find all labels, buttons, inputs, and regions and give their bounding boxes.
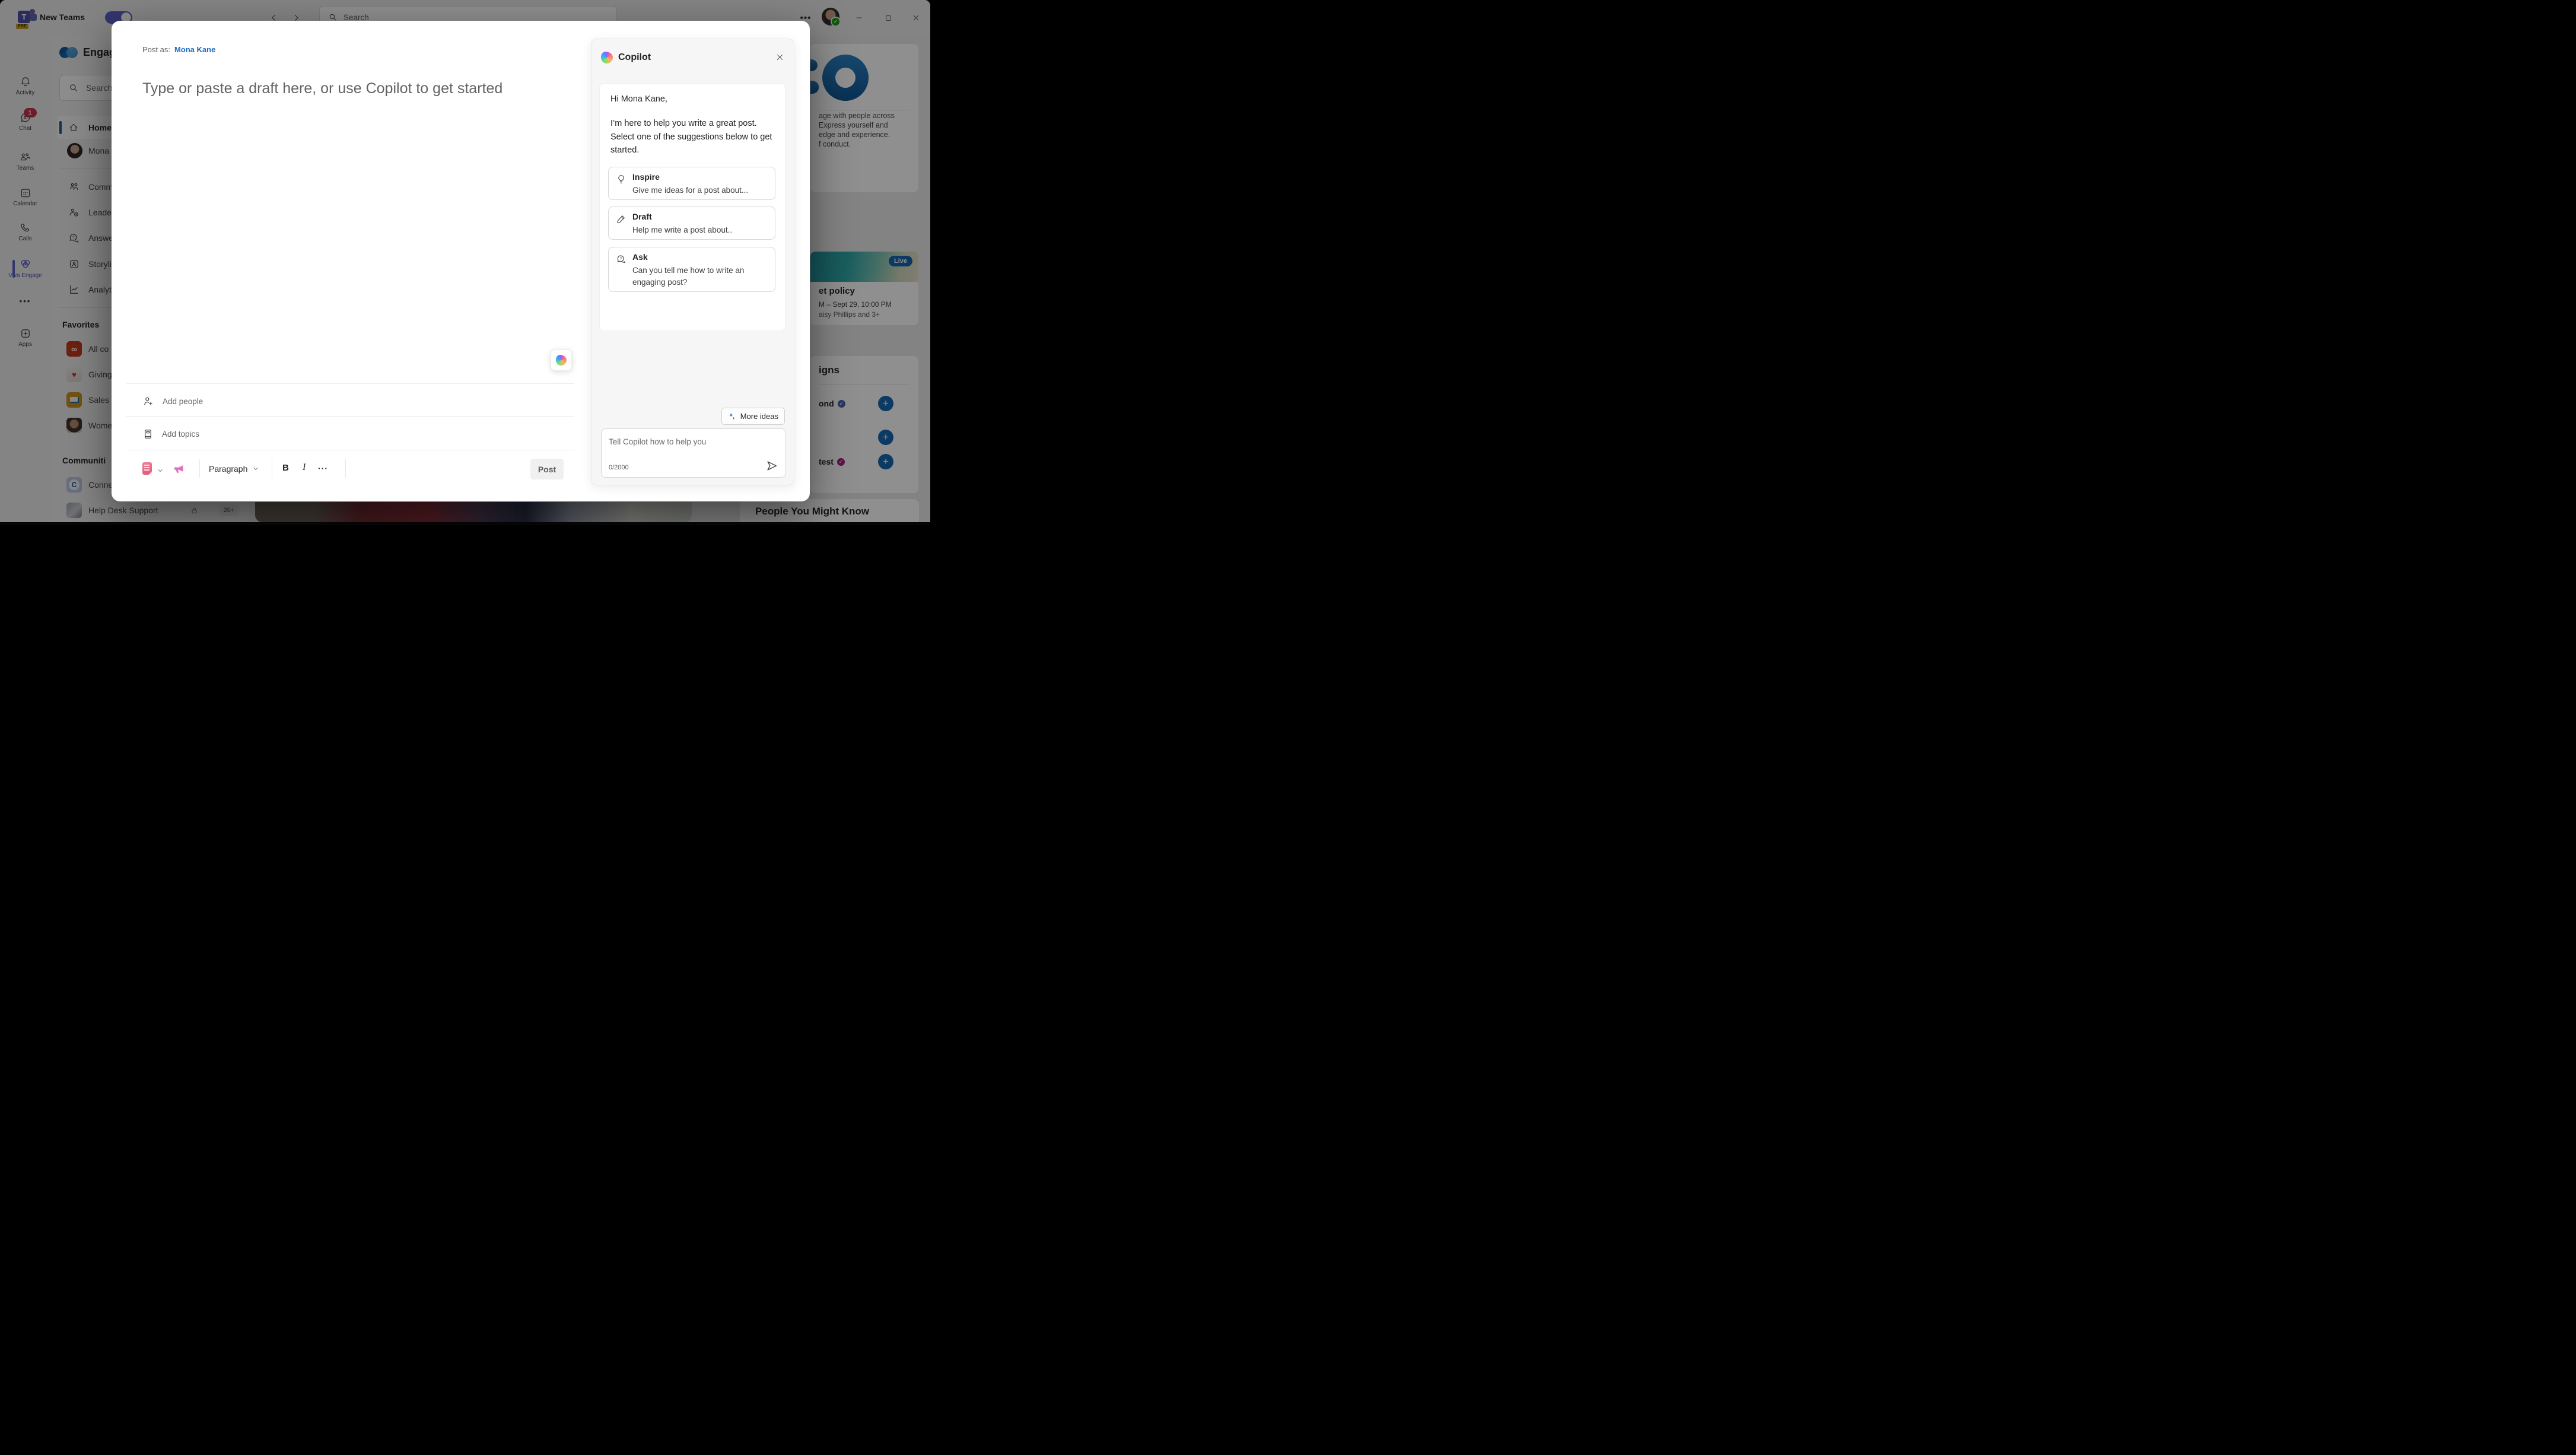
copilot-close-button[interactable]	[774, 51, 785, 63]
close-icon	[777, 54, 783, 60]
post-composer-dialog: Post as: Mona Kane Type or paste a draft …	[112, 21, 810, 501]
divider	[126, 416, 574, 417]
copilot-input-placeholder: Tell Copilot how to help you	[609, 437, 707, 446]
paragraph-style-dropdown[interactable]: Paragraph	[209, 464, 259, 474]
post-button[interactable]: Post	[530, 459, 564, 479]
add-topics-button[interactable]: Add topics	[142, 425, 199, 443]
send-icon	[767, 461, 777, 471]
suggestion-draft[interactable]: Draft Help me write a post about..	[608, 207, 775, 240]
suggestion-inspire[interactable]: Inspire Give me ideas for a post about..…	[608, 167, 775, 200]
copilot-intro: I’m here to help you write a great post.…	[610, 119, 772, 155]
person-add-icon	[144, 397, 152, 405]
formatting-more-button[interactable]: ···	[318, 463, 328, 473]
chevron-down-icon	[254, 468, 258, 470]
copilot-title: Copilot	[618, 52, 651, 62]
char-counter: 0/2000	[609, 464, 629, 471]
copilot-launcher-button[interactable]	[551, 350, 572, 371]
copilot-greeting: Hi Mona Kane,	[610, 94, 667, 104]
post-as-author-link[interactable]: Mona Kane	[174, 45, 215, 54]
add-people-button[interactable]: Add people	[142, 392, 203, 410]
post-type-icon[interactable]	[142, 462, 152, 475]
sparkle-icon	[729, 412, 735, 420]
topics-book-icon	[145, 429, 151, 439]
teams-window: T PRE New Teams Search ••• ✓ Activity 1 …	[0, 0, 930, 525]
chat-question-icon: ?	[617, 255, 625, 263]
praise-megaphone-icon[interactable]	[172, 461, 186, 475]
bold-button[interactable]: B	[282, 463, 289, 473]
taskbar-edge	[0, 522, 930, 525]
copilot-icon	[601, 52, 613, 63]
toolbar-divider	[345, 459, 346, 478]
copilot-prompt-input[interactable]: Tell Copilot how to help you 0/2000	[601, 428, 786, 478]
pencil-icon	[617, 215, 625, 223]
more-ideas-button[interactable]: More ideas	[721, 408, 785, 425]
copilot-message-card: Hi Mona Kane, I’m here to help you write…	[599, 83, 785, 331]
post-as-row: Post as: Mona Kane	[142, 45, 216, 54]
post-type-chevron-icon[interactable]	[157, 467, 164, 474]
copilot-icon	[556, 355, 567, 366]
toolbar-divider	[199, 459, 200, 478]
divider	[126, 383, 574, 384]
italic-button[interactable]: I	[303, 462, 306, 473]
lightbulb-icon	[618, 175, 624, 183]
send-button[interactable]	[765, 459, 778, 472]
copilot-panel: Copilot Hi Mona Kane, I’m here to help y…	[591, 39, 794, 485]
draft-editor[interactable]: Type or paste a draft here, or use Copil…	[142, 80, 503, 97]
suggestion-ask[interactable]: ? Ask Can you tell me how to write an en…	[608, 247, 775, 292]
svg-text:?: ?	[620, 257, 622, 261]
